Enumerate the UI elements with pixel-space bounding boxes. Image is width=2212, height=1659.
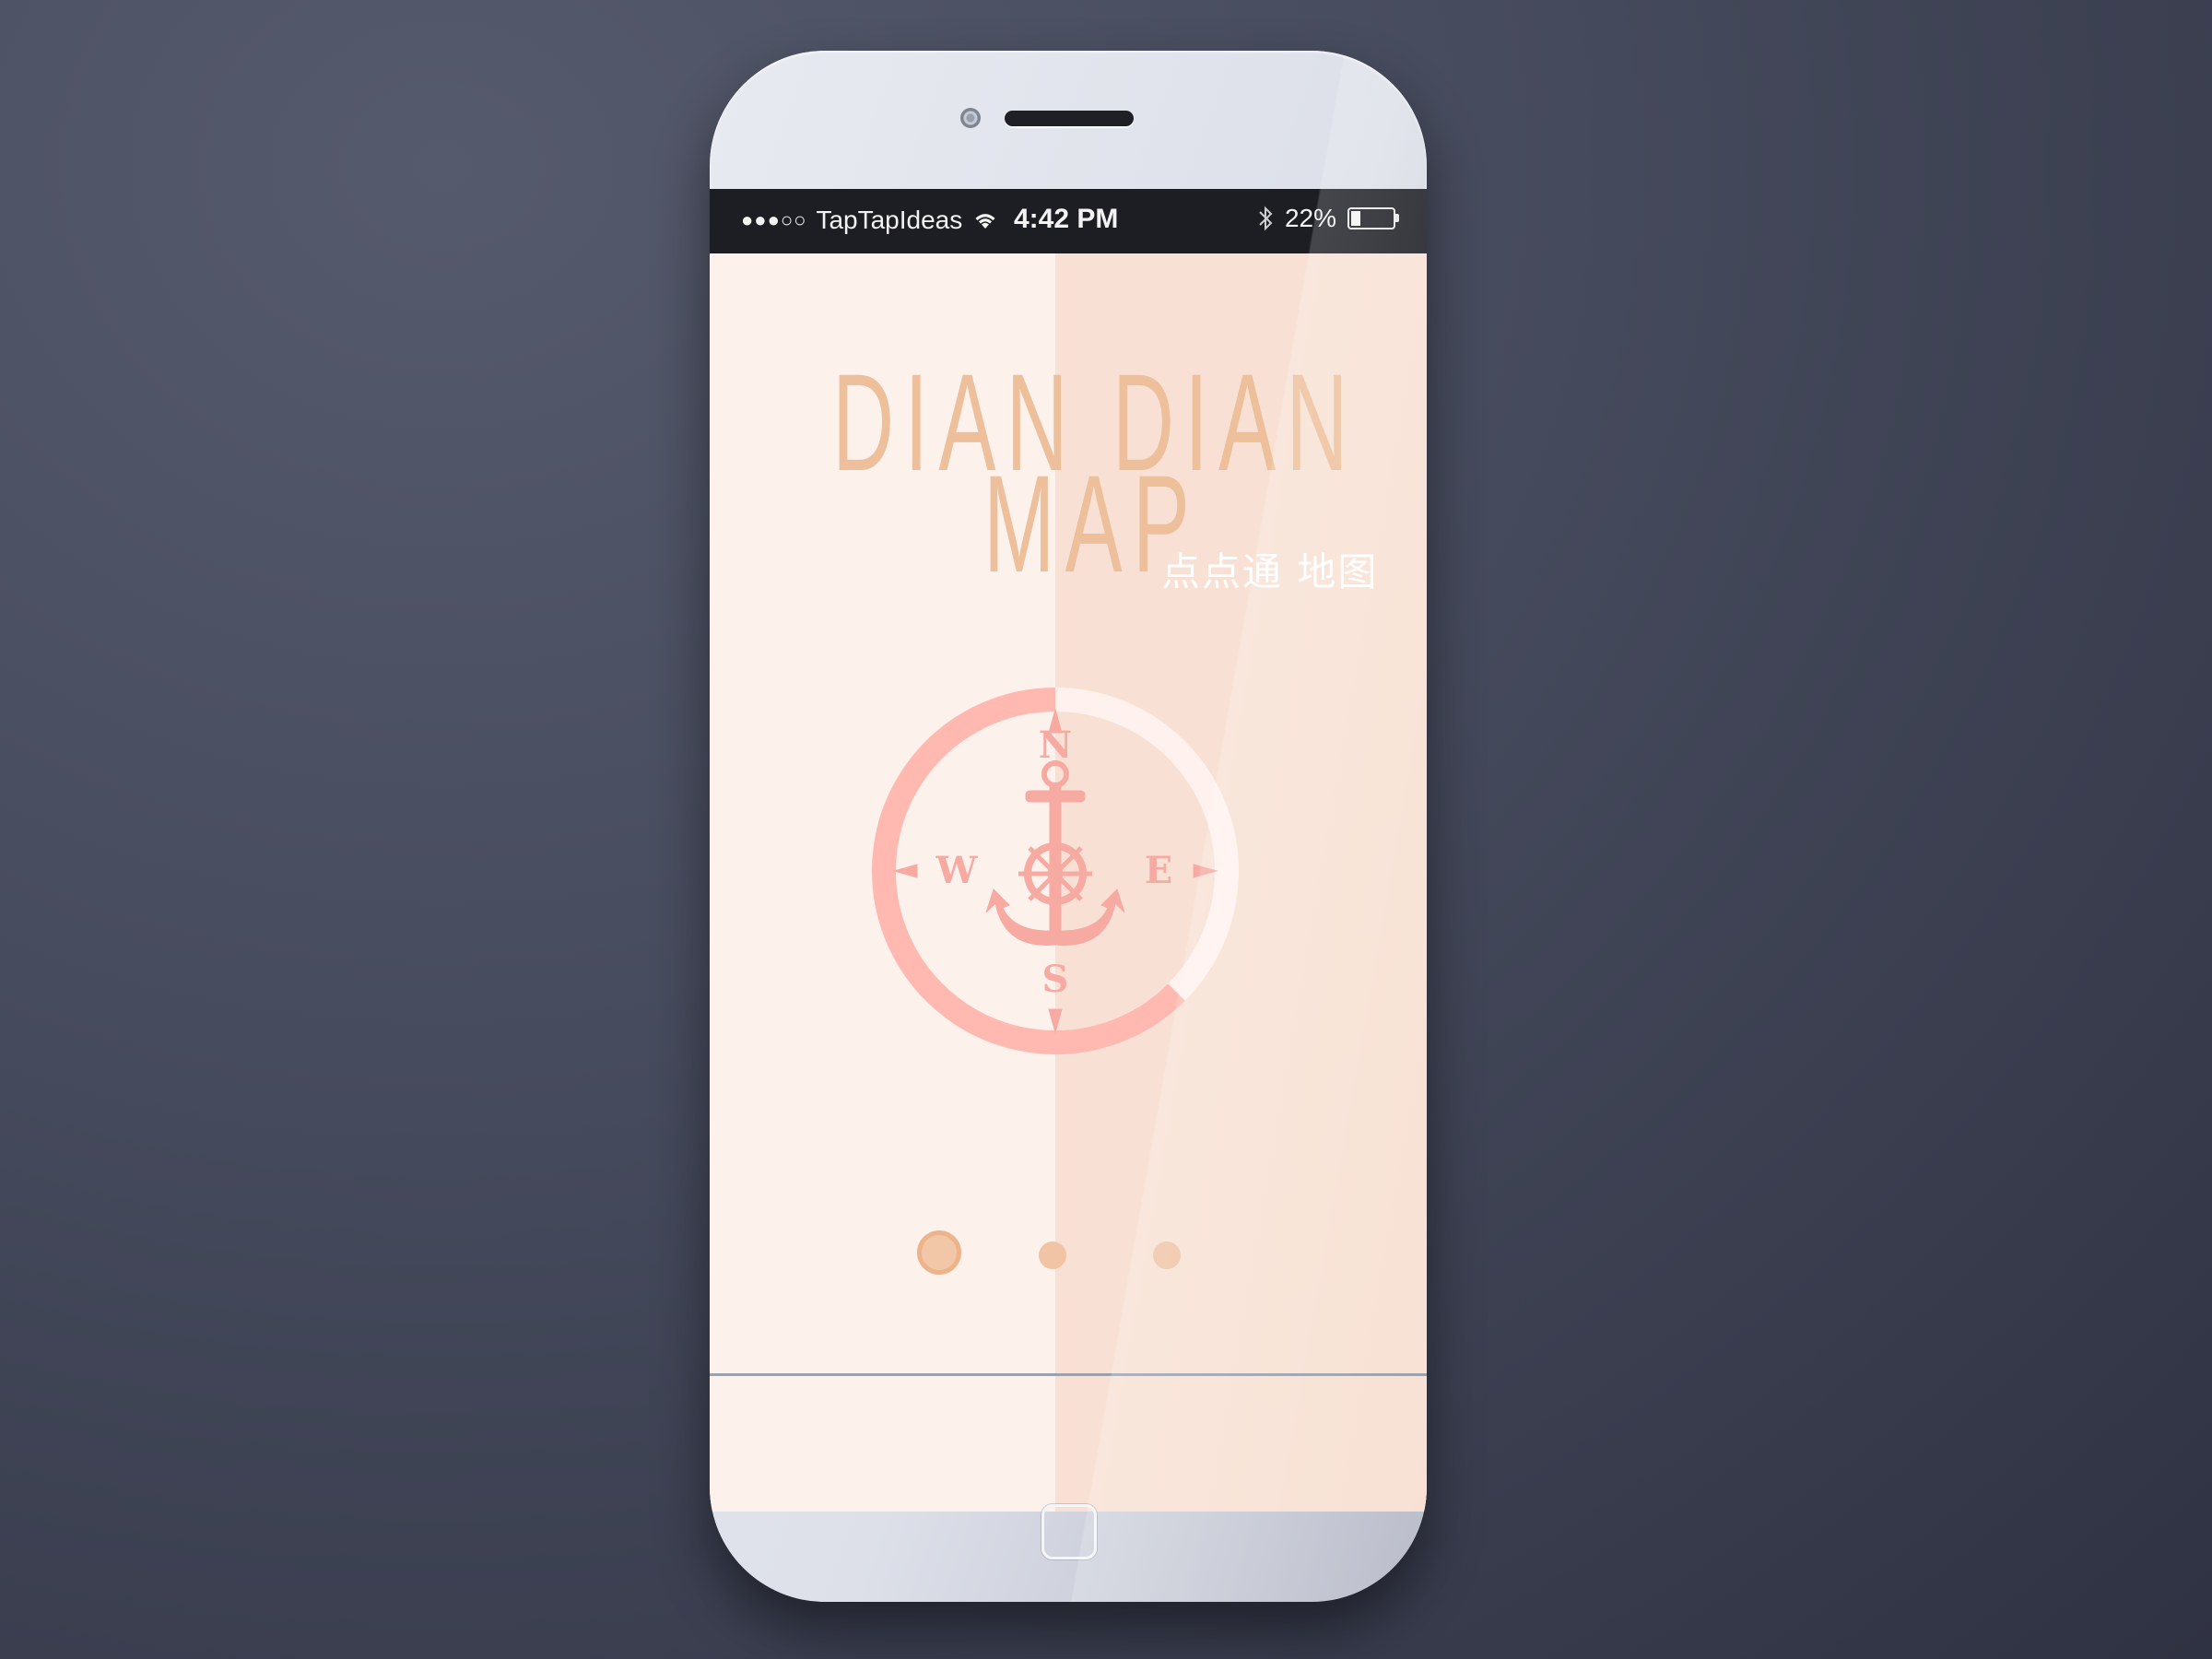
page-indicator	[710, 253, 1427, 1512]
page-dot-2[interactable]	[1039, 1241, 1066, 1269]
screen-bottom-edge	[710, 1373, 1427, 1376]
front-camera	[960, 108, 981, 128]
page-dot-1[interactable]	[917, 1230, 961, 1275]
screen: ●●●○○ TapTapIdeas 4:42 PM 22% DIAN DIAN …	[710, 189, 1427, 1512]
status-left: ●●●○○ TapTapIdeas	[741, 206, 999, 235]
signal-strength: ●●●○○	[741, 208, 807, 231]
battery-level	[1351, 211, 1360, 226]
page-dot-3[interactable]	[1153, 1241, 1181, 1269]
splash-page[interactable]: DIAN DIAN MAP 点点通 地图 N S W E	[710, 253, 1427, 1512]
home-button-icon[interactable]	[1041, 1504, 1097, 1559]
battery-percent: 22%	[1284, 204, 1336, 232]
status-right: 22%	[1257, 204, 1399, 233]
earpiece-speaker	[1005, 111, 1134, 126]
bluetooth-icon	[1259, 206, 1273, 231]
carrier-name: TapTapIdeas	[816, 206, 963, 234]
battery-icon	[1347, 207, 1399, 229]
status-bar: ●●●○○ TapTapIdeas 4:42 PM 22%	[710, 189, 1427, 253]
phone-device: ●●●○○ TapTapIdeas 4:42 PM 22% DIAN DIAN …	[710, 51, 1427, 1602]
clock: 4:42 PM	[1014, 204, 1119, 234]
wifi-icon	[975, 214, 995, 229]
